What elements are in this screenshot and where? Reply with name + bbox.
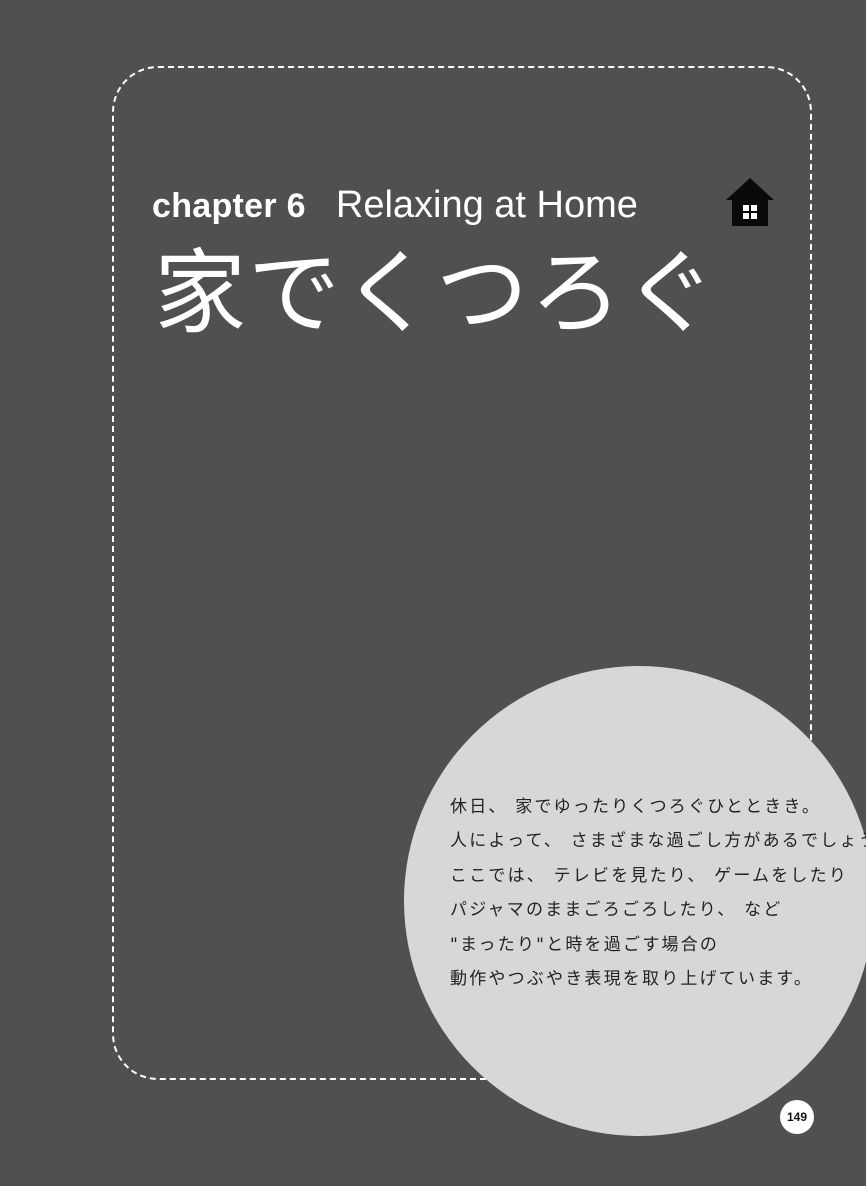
intro-line: パジャマのままごろごろしたり、 など [450,900,783,921]
house-icon [726,178,774,226]
page-title: 家でくつろぐ [154,240,719,347]
intro-line: 人によって、 さまざまな過ごし方があるでしょう。 [450,831,866,852]
intro-line: "まったり"と時を過ごす場合の [450,934,720,955]
intro-line: ここでは、 テレビを見たり、 ゲームをしたり [450,865,849,886]
intro-line: 休日、 家でゆったりくつろぐひとときき。 [450,797,822,817]
intro-text: 休日、 家でゆったりくつろぐひとときき。 人によって、 さまざまな過ごし方がある… [450,790,866,996]
chapter-heading: chapter 6 Relaxing at Home [152,184,638,234]
chapter-label: chapter 6 [152,187,306,225]
chapter-subtitle: Relaxing at Home [335,184,638,226]
page-number: 149 [780,1100,814,1134]
intro-line: 動作やつぶやき表現を取り上げています。 [450,968,814,989]
